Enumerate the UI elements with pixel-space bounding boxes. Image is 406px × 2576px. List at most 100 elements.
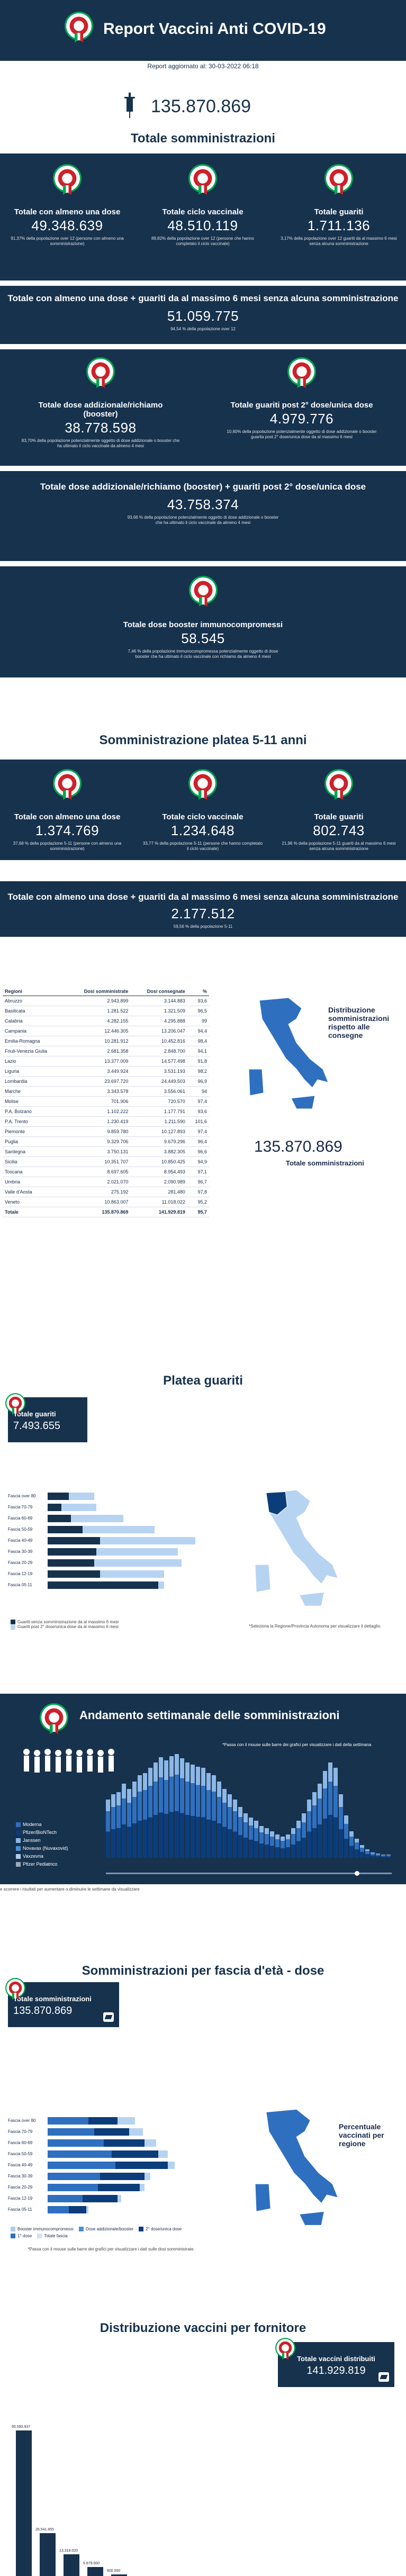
bar-segment[interactable] bbox=[129, 2128, 143, 2136]
bar-segment[interactable] bbox=[48, 2128, 94, 2136]
bar-segment[interactable] bbox=[48, 2117, 88, 2125]
weekly-chart[interactable] bbox=[106, 1752, 392, 1858]
weekly-bar[interactable] bbox=[339, 1794, 343, 1858]
bar-segment[interactable] bbox=[86, 2206, 88, 2213]
weekly-bar[interactable] bbox=[238, 1807, 242, 1858]
bar-segment[interactable] bbox=[48, 2139, 104, 2147]
weekly-bar[interactable] bbox=[281, 1837, 285, 1858]
legend-item[interactable]: Booster immunocompromessi bbox=[11, 2226, 74, 2232]
weekly-bar[interactable] bbox=[191, 1765, 195, 1858]
legend-item[interactable]: Totale fascia bbox=[37, 2232, 68, 2239]
bar-segment[interactable] bbox=[144, 2139, 156, 2147]
weekly-bar[interactable] bbox=[381, 1855, 385, 1858]
weekly-bar[interactable] bbox=[344, 1815, 348, 1858]
bar-segment[interactable] bbox=[48, 2195, 83, 2202]
supplier-bar[interactable] bbox=[64, 2554, 79, 2576]
table-row[interactable]: Puglia 9.329.706 9.679.296 96,4 bbox=[3, 1136, 209, 1147]
col-header[interactable]: Dosi somministrate bbox=[65, 987, 131, 996]
bar-segment[interactable] bbox=[48, 1570, 100, 1578]
table-row[interactable]: P.A. Bolzano 1.102.222 1.177.791 93,6 bbox=[3, 1106, 209, 1117]
bar-segment[interactable] bbox=[48, 2150, 112, 2158]
weekly-bar[interactable] bbox=[270, 1831, 274, 1858]
bar-segment[interactable] bbox=[94, 2128, 129, 2136]
bar-segment[interactable] bbox=[48, 1559, 94, 1567]
bar-segment[interactable] bbox=[158, 2150, 168, 2158]
weekly-bar[interactable] bbox=[116, 1792, 121, 1858]
weekly-bar[interactable] bbox=[222, 1789, 227, 1858]
col-header[interactable]: Regioni bbox=[3, 987, 66, 996]
weekly-bar[interactable] bbox=[159, 1757, 163, 1858]
legend-item[interactable]: 2° dose/unica dose bbox=[139, 2226, 182, 2232]
bar-segment[interactable] bbox=[48, 1515, 71, 1522]
table-row[interactable]: Lazio 13.377.009 14.577.498 91,8 bbox=[3, 1056, 209, 1066]
weekly-bar[interactable] bbox=[291, 1828, 295, 1858]
bar-segment[interactable] bbox=[71, 1515, 123, 1522]
table-row[interactable]: Marche 3.343.578 3.556.061 94 bbox=[3, 1086, 209, 1097]
bar-segment[interactable] bbox=[100, 1570, 164, 1578]
bar-segment[interactable] bbox=[61, 1504, 97, 1511]
weekly-bar[interactable] bbox=[154, 1762, 158, 1858]
table-row[interactable]: Campania 12.446.305 13.206.047 94,4 bbox=[3, 1026, 209, 1036]
table-row[interactable]: Friuli-Venezia Giulia 2.681.358 2.848.700 9… bbox=[3, 1046, 209, 1056]
weekly-bar[interactable] bbox=[212, 1775, 216, 1858]
legend-item[interactable]: Vaxzevria bbox=[16, 1852, 68, 1860]
col-header[interactable]: Dosi consegnate bbox=[130, 987, 187, 996]
bar-segment[interactable] bbox=[48, 2162, 115, 2169]
italy-map[interactable] bbox=[238, 995, 333, 1117]
weekly-bar[interactable] bbox=[228, 1794, 232, 1858]
weekly-bar[interactable] bbox=[111, 1794, 115, 1858]
supplier-bar[interactable] bbox=[16, 2430, 32, 2576]
ages-chart[interactable]: Fascia over 80 Fascia 70-79 Fascia 60-69 Fa… bbox=[8, 2117, 230, 2223]
italy-map-guariti[interactable] bbox=[243, 1487, 344, 1614]
guariti-chart[interactable]: Fascia over 80 Fascia 70-79 Fascia 60-69 Fa… bbox=[8, 1493, 230, 1598]
table-row[interactable]: Molise 701.906 720.570 97,4 bbox=[3, 1096, 209, 1107]
weekly-bar[interactable] bbox=[328, 1762, 332, 1858]
weekly-bar[interactable] bbox=[196, 1767, 200, 1858]
table-row[interactable]: Umbria 2.021.070 2.090.989 96,7 bbox=[3, 1177, 209, 1187]
weekly-bar[interactable] bbox=[217, 1782, 221, 1858]
weekly-bar[interactable] bbox=[349, 1831, 354, 1858]
weekly-bar[interactable] bbox=[127, 1789, 131, 1858]
bar-segment[interactable] bbox=[48, 2206, 69, 2213]
weekly-bar[interactable] bbox=[296, 1821, 301, 1858]
weekly-bar[interactable] bbox=[180, 1758, 184, 1858]
bar-segment[interactable] bbox=[48, 1493, 69, 1500]
weekly-bar[interactable] bbox=[143, 1773, 147, 1858]
weekly-bar[interactable] bbox=[201, 1768, 205, 1858]
weekly-bar[interactable] bbox=[318, 1784, 322, 1858]
bar-segment[interactable] bbox=[112, 2150, 158, 2158]
weekly-bar[interactable] bbox=[206, 1773, 211, 1858]
legend-item[interactable]: Pfizer Pediatrico bbox=[16, 1860, 68, 1868]
table-row[interactable]: P.A. Trento 1.230.419 1.211.590 101,6 bbox=[3, 1116, 209, 1127]
weekly-bar[interactable] bbox=[164, 1760, 168, 1858]
bar-segment[interactable] bbox=[118, 2195, 121, 2202]
supplier-bar[interactable] bbox=[87, 2566, 103, 2576]
weekly-bar[interactable] bbox=[376, 1854, 380, 1858]
legend-item[interactable]: Moderna bbox=[16, 1821, 68, 1829]
eraser-icon[interactable] bbox=[103, 2012, 114, 2022]
table-row[interactable]: Sicilia 10.351.707 10.850.425 94,9 bbox=[3, 1156, 209, 1167]
legend-item[interactable]: Janssen bbox=[16, 1837, 68, 1845]
weekly-bar[interactable] bbox=[275, 1834, 279, 1858]
table-row[interactable]: Toscana 8.697.605 8.954.493 97,1 bbox=[3, 1167, 209, 1177]
table-row[interactable]: Calabria 4.282.155 4.295.888 99 bbox=[3, 1016, 209, 1026]
weekly-bar[interactable] bbox=[132, 1782, 137, 1858]
bar-segment[interactable] bbox=[115, 2162, 168, 2169]
table-row[interactable]: Emilia-Romagna 10.281.912 10.452.816 98,4 bbox=[3, 1036, 209, 1046]
bar-segment[interactable] bbox=[100, 1537, 196, 1544]
col-header[interactable]: % bbox=[187, 987, 209, 996]
weekly-bar[interactable] bbox=[307, 1800, 311, 1858]
table-row[interactable]: Abruzzo 2.943.899 3.144.883 93,6 bbox=[3, 996, 209, 1006]
weekly-bar[interactable] bbox=[138, 1775, 142, 1858]
weekly-bar[interactable] bbox=[259, 1826, 264, 1858]
weekly-bar[interactable] bbox=[371, 1852, 375, 1858]
bar-segment[interactable] bbox=[96, 1548, 178, 1556]
table-row[interactable]: Liguria 3.449.924 3.531.193 98,2 bbox=[3, 1066, 209, 1077]
italy-map-ages[interactable] bbox=[243, 2107, 344, 2234]
legend-item[interactable]: 1° dose bbox=[11, 2232, 32, 2239]
weekly-scrollbar[interactable] bbox=[106, 1871, 392, 1876]
bar-segment[interactable] bbox=[68, 1493, 94, 1500]
bar-segment[interactable] bbox=[139, 2184, 145, 2191]
bar-segment[interactable] bbox=[48, 2184, 98, 2191]
weekly-bar[interactable] bbox=[286, 1834, 290, 1858]
